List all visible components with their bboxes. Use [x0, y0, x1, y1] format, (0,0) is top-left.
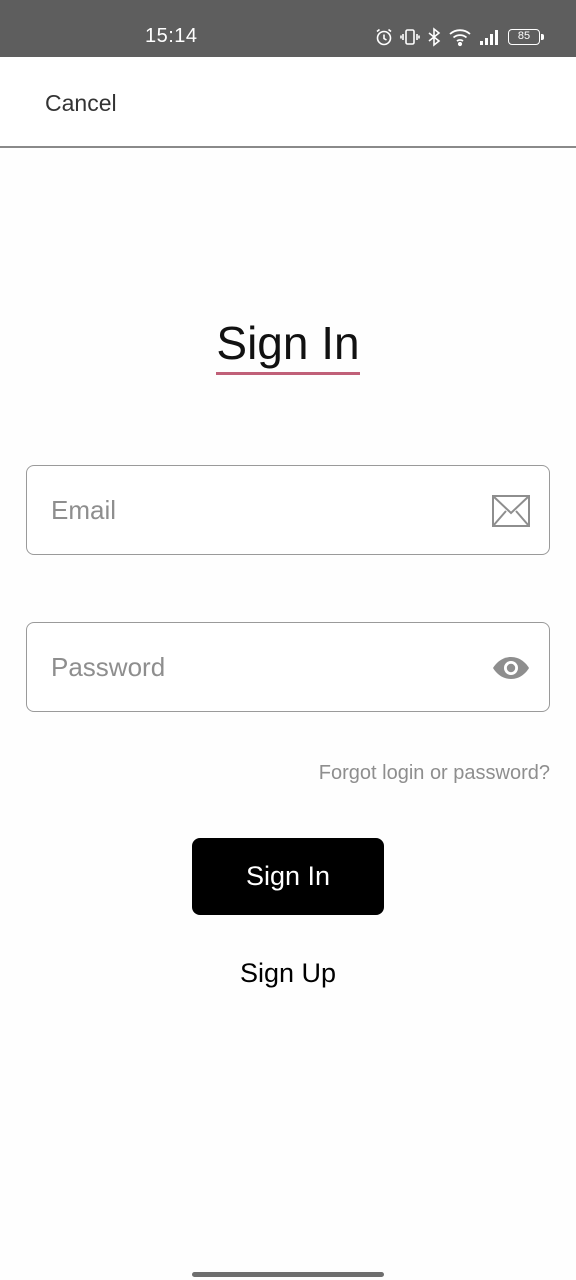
- email-field[interactable]: [26, 465, 550, 555]
- vibrate-icon: [400, 27, 420, 47]
- home-indicator[interactable]: [192, 1272, 384, 1277]
- password-input[interactable]: [51, 645, 471, 689]
- sign-in-button[interactable]: Sign In: [192, 838, 384, 915]
- email-input[interactable]: [51, 488, 471, 532]
- password-field[interactable]: [26, 622, 550, 712]
- eye-icon[interactable]: [491, 650, 531, 686]
- page-title-wrap: Sign In: [0, 316, 576, 375]
- alarm-icon: [374, 27, 394, 47]
- sign-in-form: Sign In Forgot login or password? Sign I…: [0, 150, 576, 1280]
- status-time: 15:14: [145, 25, 198, 47]
- forgot-password-link[interactable]: Forgot login or password?: [319, 761, 550, 785]
- status-bar: 15:14 85: [0, 0, 576, 57]
- bluetooth-icon: [426, 27, 442, 47]
- mail-icon: [491, 493, 531, 529]
- sign-up-button[interactable]: Sign Up: [0, 956, 576, 990]
- cancel-button[interactable]: Cancel: [45, 89, 117, 117]
- top-app-bar: Cancel: [0, 57, 576, 148]
- status-icons: 85: [374, 24, 544, 50]
- battery-icon: 85: [508, 29, 544, 45]
- page-title: Sign In: [216, 316, 360, 375]
- signal-icon: [478, 27, 502, 47]
- wifi-icon: [448, 27, 472, 47]
